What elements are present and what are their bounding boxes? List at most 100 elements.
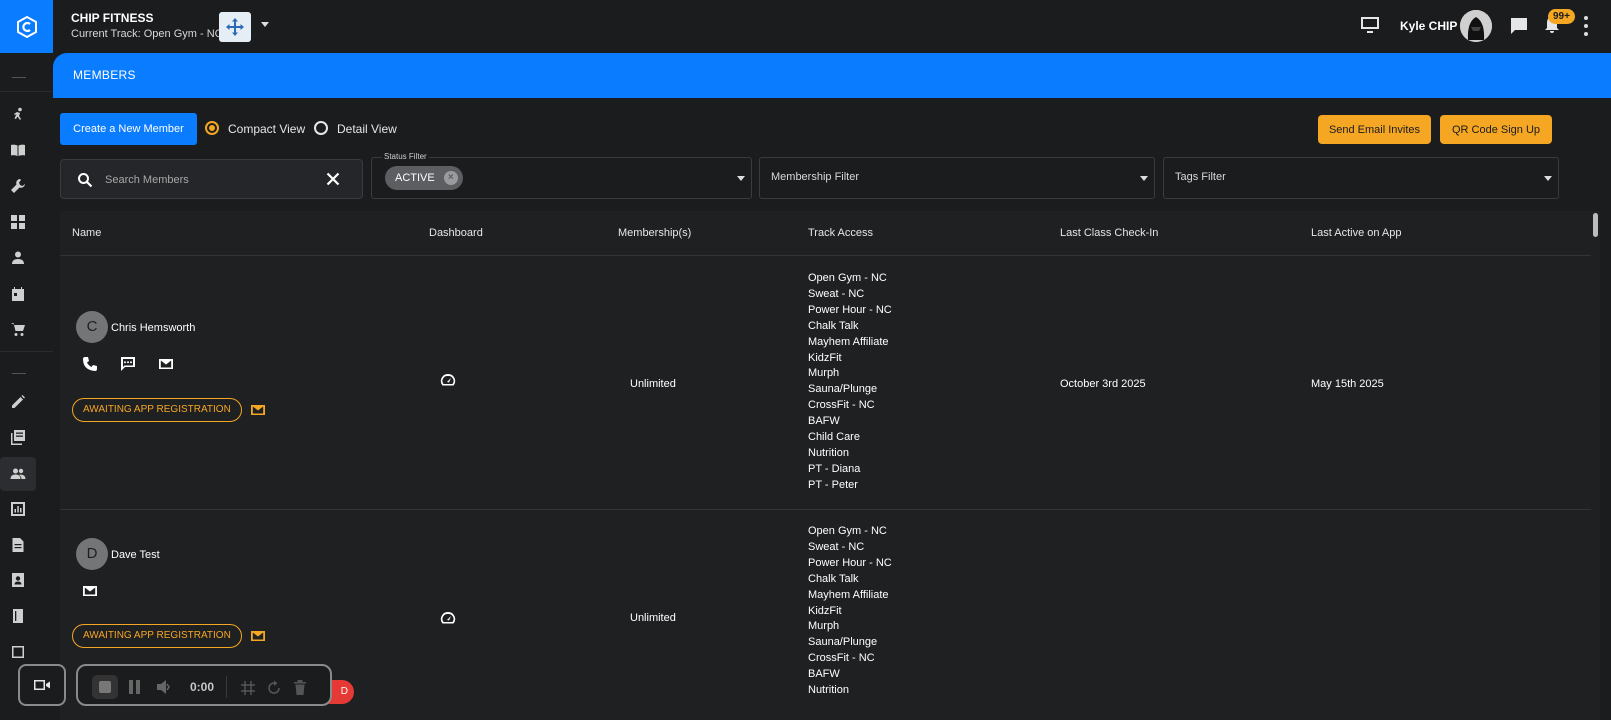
track-item: Nutrition xyxy=(808,684,849,697)
track-switcher-button[interactable] xyxy=(219,12,251,42)
app-logo[interactable] xyxy=(0,0,53,53)
create-member-button[interactable]: Create a New Member xyxy=(60,113,197,145)
recorder-camera-button[interactable] xyxy=(18,664,66,706)
compact-view-radio[interactable] xyxy=(205,121,219,135)
rail-item-guide[interactable] xyxy=(0,599,36,633)
chart-icon xyxy=(11,502,25,516)
chip-remove-icon[interactable]: × xyxy=(443,171,458,185)
status-badge: AWAITING APP REGISTRATION xyxy=(72,398,242,422)
detail-view-label[interactable]: Detail View xyxy=(337,122,397,136)
compact-view-label[interactable]: Compact View xyxy=(228,122,305,136)
helmet-avatar-icon xyxy=(1460,10,1492,42)
detail-view-radio[interactable] xyxy=(314,121,328,135)
speedometer-icon[interactable] xyxy=(440,372,456,388)
track-item: Sauna/Plunge xyxy=(808,636,878,649)
person-icon xyxy=(12,251,24,264)
page-title: MEMBERS xyxy=(73,68,136,82)
user-avatar[interactable] xyxy=(1460,10,1492,42)
table-row[interactable]: C Chris Hemsworth AWAITING APP REGISTRAT… xyxy=(60,256,1591,510)
close-icon[interactable] xyxy=(324,170,342,188)
book-open-icon xyxy=(11,144,25,156)
rail-item-store[interactable] xyxy=(0,312,36,346)
column-header-name[interactable]: Name xyxy=(72,227,101,239)
email-icon[interactable] xyxy=(158,356,174,372)
search-input[interactable] xyxy=(105,170,325,190)
table-scrollbar[interactable] xyxy=(1593,213,1598,237)
rail-item-members[interactable] xyxy=(0,457,36,491)
window-icon xyxy=(12,646,24,658)
current-track: Current Track: Open Gym - NC xyxy=(71,28,223,40)
track-item: Power Hour - NC xyxy=(808,303,892,316)
track-item: Chalk Talk xyxy=(808,319,859,332)
rail-item-documents[interactable] xyxy=(0,528,36,562)
email-icon[interactable] xyxy=(82,583,98,599)
notification-count-badge: 99+ xyxy=(1548,9,1575,24)
chat-icon[interactable] xyxy=(1509,16,1529,36)
membership-filter-label: Membership Filter xyxy=(771,171,860,183)
rail-item-contacts[interactable] xyxy=(0,563,36,597)
rail-item-edit[interactable] xyxy=(0,385,36,419)
sms-icon[interactable] xyxy=(120,356,136,372)
last-active-cell: May 15th 2025 xyxy=(1311,378,1384,390)
column-header-memberships[interactable]: Membership(s) xyxy=(618,227,691,239)
rail-item-calendar[interactable] xyxy=(0,277,36,311)
rail-item-reports[interactable] xyxy=(0,492,36,526)
chevron-down-icon[interactable] xyxy=(1544,176,1552,181)
more-vertical-icon[interactable] xyxy=(1583,16,1589,36)
chevron-down-icon[interactable] xyxy=(737,176,745,181)
rail-item-run[interactable] xyxy=(0,98,36,132)
table-header: Name Dashboard Membership(s) Track Acces… xyxy=(60,211,1591,256)
tags-filter-label: Tags Filter xyxy=(1175,171,1226,183)
track-item: PT - Peter xyxy=(808,478,858,491)
rail-item-library[interactable] xyxy=(0,420,36,454)
speaker-muted-icon[interactable] xyxy=(156,680,174,694)
people-icon xyxy=(10,468,26,479)
pause-icon[interactable] xyxy=(128,679,142,695)
column-header-last-active[interactable]: Last Active on App xyxy=(1311,227,1402,239)
restart-icon[interactable] xyxy=(266,680,282,696)
run-icon xyxy=(14,107,22,120)
grid-dots-icon[interactable] xyxy=(240,680,256,696)
column-header-dashboard[interactable]: Dashboard xyxy=(429,227,483,239)
track-item: Sweat - NC xyxy=(808,287,865,300)
chevron-down-icon[interactable] xyxy=(261,22,269,27)
user-name[interactable]: Kyle CHIP xyxy=(1400,19,1457,33)
member-name[interactable]: Dave Test xyxy=(111,549,160,561)
track-item: Open Gym - NC xyxy=(808,525,887,537)
membership-filter[interactable]: Membership Filter xyxy=(759,157,1155,199)
tags-filter[interactable]: Tags Filter xyxy=(1163,157,1559,199)
status-filter[interactable]: Status Filter ACTIVE × xyxy=(371,152,752,199)
rail-divider xyxy=(12,373,26,374)
rail-item-dashboard[interactable] xyxy=(0,205,36,239)
library-icon xyxy=(11,430,25,445)
chevron-down-icon[interactable] xyxy=(1140,176,1148,181)
rail-item-tools[interactable] xyxy=(0,169,36,203)
recorder-stop-button[interactable] xyxy=(92,675,118,699)
monitor-icon[interactable] xyxy=(1360,16,1380,34)
status-filter-legend: Status Filter xyxy=(382,152,429,161)
send-invite-email-icon[interactable] xyxy=(250,402,266,418)
qr-code-sign-up-button[interactable]: QR Code Sign Up xyxy=(1440,115,1552,144)
recorder-toolbar: 0:00 xyxy=(76,664,332,706)
rail-separator xyxy=(0,351,53,352)
rail-item-profile[interactable] xyxy=(0,241,36,275)
speedometer-icon[interactable] xyxy=(440,610,456,626)
send-email-invites-button[interactable]: Send Email Invites xyxy=(1318,115,1431,144)
search-box xyxy=(60,159,363,199)
send-invite-email-icon[interactable] xyxy=(250,628,266,644)
rail-item-book[interactable] xyxy=(0,133,36,167)
move-arrows-icon xyxy=(226,18,244,36)
phone-icon[interactable] xyxy=(82,356,98,372)
wrench-icon xyxy=(11,179,25,193)
cart-icon xyxy=(11,323,25,336)
trash-icon[interactable] xyxy=(292,679,308,696)
video-camera-icon xyxy=(34,680,50,690)
track-item: Murph xyxy=(808,367,840,380)
logo-icon xyxy=(16,15,37,38)
member-name[interactable]: Chris Hemsworth xyxy=(111,322,195,334)
track-item: Chalk Talk xyxy=(808,572,859,585)
column-header-track-access[interactable]: Track Access xyxy=(808,227,873,239)
column-header-last-check-in[interactable]: Last Class Check-In xyxy=(1060,227,1158,239)
guide-book-icon xyxy=(13,609,23,623)
track-item: Nutrition xyxy=(808,446,849,459)
